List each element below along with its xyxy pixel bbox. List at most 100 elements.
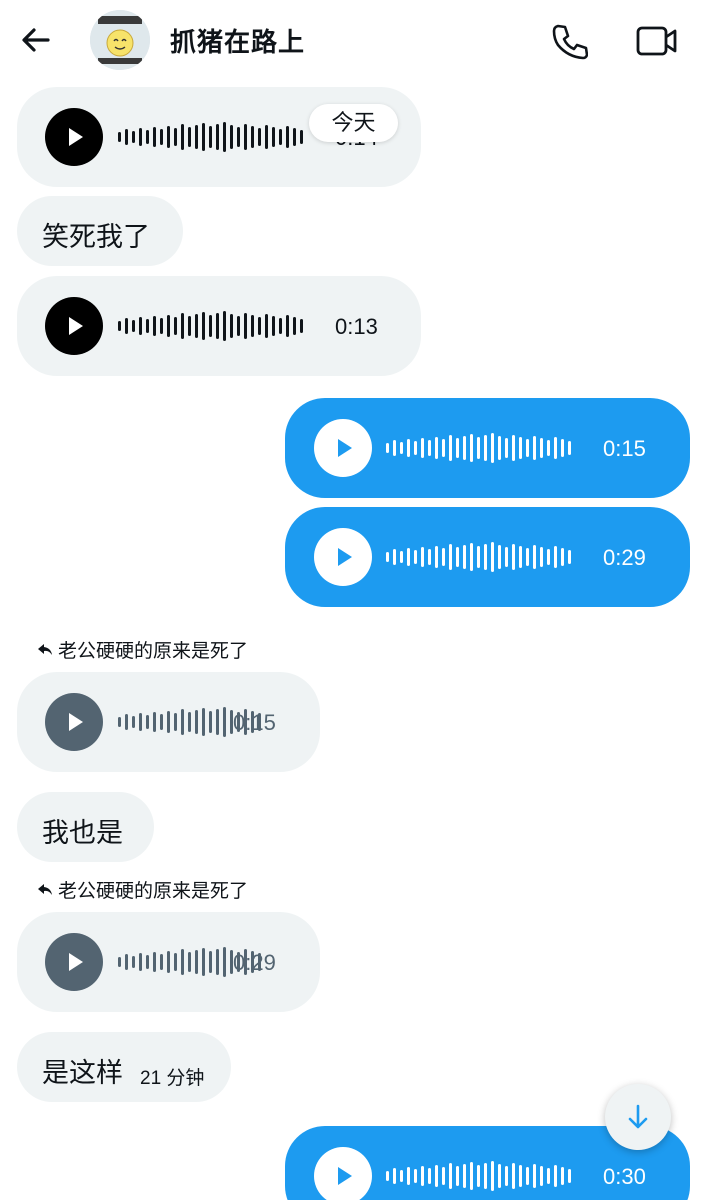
waveform-bar bbox=[498, 1164, 501, 1188]
voice-waveform bbox=[118, 309, 303, 343]
voice-message[interactable]: 0:13 bbox=[17, 276, 421, 376]
waveform-bar bbox=[414, 441, 417, 455]
reply-context[interactable]: 老公硬硬的原来是死了 bbox=[38, 636, 248, 663]
waveform-bar bbox=[174, 713, 177, 731]
waveform-bar bbox=[477, 546, 480, 568]
waveform-bar bbox=[463, 1164, 466, 1188]
waveform-bar bbox=[167, 951, 170, 973]
waveform-bar bbox=[449, 544, 452, 570]
waveform-bar bbox=[386, 1171, 389, 1181]
waveform-bar bbox=[216, 949, 219, 975]
waveform-bar bbox=[195, 125, 198, 149]
waveform-bar bbox=[540, 547, 543, 567]
waveform-bar bbox=[526, 548, 529, 566]
phone-icon[interactable] bbox=[550, 22, 589, 60]
waveform-bar bbox=[477, 437, 480, 459]
waveform-bar bbox=[272, 127, 275, 147]
waveform-bar bbox=[209, 951, 212, 973]
play-button[interactable] bbox=[45, 693, 103, 751]
voice-message[interactable]: 0:29 bbox=[285, 507, 690, 607]
waveform-bar bbox=[414, 1169, 417, 1183]
waveform-bar bbox=[188, 712, 191, 732]
waveform-bar bbox=[188, 127, 191, 147]
waveform-bar bbox=[223, 707, 226, 737]
text-message[interactable]: 笑死我了 bbox=[17, 196, 183, 266]
waveform-bar bbox=[491, 433, 494, 463]
waveform-bar bbox=[561, 548, 564, 566]
waveform-bar bbox=[202, 948, 205, 976]
voice-message[interactable]: 0:15 bbox=[17, 672, 320, 772]
voice-duration: 0:15 bbox=[233, 710, 276, 735]
text-message[interactable]: 我也是 bbox=[17, 792, 154, 862]
reply-quote: 老公硬硬的原来是死了 bbox=[58, 641, 249, 662]
waveform-bar bbox=[139, 128, 142, 146]
voice-message[interactable]: 0:15 bbox=[285, 398, 690, 498]
waveform-bar bbox=[519, 437, 522, 459]
waveform-bar bbox=[272, 316, 275, 336]
waveform-bar bbox=[554, 1165, 557, 1187]
page-title[interactable]: 抓猪在路上 bbox=[170, 22, 305, 59]
text-message[interactable]: 是这样 21 分钟 bbox=[17, 1032, 231, 1102]
waveform-bar bbox=[484, 435, 487, 461]
waveform-bar bbox=[181, 949, 184, 975]
waveform-bar bbox=[512, 544, 515, 570]
waveform-bar bbox=[181, 313, 184, 339]
waveform-bar bbox=[421, 438, 424, 458]
waveform-bar bbox=[568, 550, 571, 564]
reply-context[interactable]: 老公硬硬的原来是死了 bbox=[38, 876, 248, 903]
waveform-bar bbox=[160, 129, 163, 145]
play-button[interactable] bbox=[45, 108, 103, 166]
waveform-bar bbox=[491, 542, 494, 572]
arrow-left-icon[interactable] bbox=[18, 22, 54, 58]
avatar[interactable] bbox=[90, 10, 150, 70]
waveform-bar bbox=[118, 957, 121, 967]
video-camera-icon[interactable] bbox=[636, 22, 678, 60]
waveform-bar bbox=[258, 317, 261, 335]
waveform-bar bbox=[561, 1167, 564, 1185]
waveform-bar bbox=[293, 128, 296, 146]
waveform-bar bbox=[435, 437, 438, 459]
waveform-bar bbox=[512, 1163, 515, 1189]
voice-message[interactable]: 0:29 bbox=[17, 912, 320, 1012]
waveform-bar bbox=[456, 547, 459, 567]
play-button[interactable] bbox=[45, 297, 103, 355]
waveform-bar bbox=[230, 125, 233, 149]
waveform-bar bbox=[484, 544, 487, 570]
waveform-bar bbox=[477, 1165, 480, 1187]
play-button[interactable] bbox=[45, 933, 103, 991]
waveform-bar bbox=[505, 438, 508, 458]
waveform-bar bbox=[463, 545, 466, 569]
waveform-bar bbox=[167, 126, 170, 148]
waveform-bar bbox=[202, 123, 205, 151]
play-button[interactable] bbox=[314, 1147, 372, 1200]
waveform-bar bbox=[428, 1168, 431, 1184]
waveform-bar bbox=[491, 1161, 494, 1191]
waveform-bar bbox=[209, 315, 212, 337]
waveform-bar bbox=[251, 126, 254, 148]
play-button[interactable] bbox=[314, 528, 372, 586]
waveform-bar bbox=[174, 128, 177, 146]
waveform-bar bbox=[554, 546, 557, 568]
waveform-bar bbox=[125, 318, 128, 334]
waveform-bar bbox=[300, 319, 303, 333]
waveform-bar bbox=[195, 314, 198, 338]
waveform-bar bbox=[470, 434, 473, 462]
scroll-to-bottom-button[interactable] bbox=[605, 1084, 671, 1150]
waveform-bar bbox=[174, 317, 177, 335]
waveform-bar bbox=[167, 315, 170, 337]
voice-duration: 0:13 bbox=[335, 314, 378, 339]
waveform-bar bbox=[526, 439, 529, 457]
waveform-bar bbox=[407, 439, 410, 457]
waveform-bar bbox=[237, 127, 240, 147]
play-button[interactable] bbox=[314, 419, 372, 477]
waveform-bar bbox=[251, 315, 254, 337]
waveform-bar bbox=[470, 1162, 473, 1190]
waveform-bar bbox=[400, 442, 403, 454]
waveform-bar bbox=[209, 126, 212, 148]
waveform-bar bbox=[118, 132, 121, 142]
waveform-bar bbox=[393, 1168, 396, 1184]
waveform-bar bbox=[400, 1170, 403, 1182]
waveform-bar bbox=[279, 318, 282, 334]
waveform-bar bbox=[146, 955, 149, 969]
waveform-bar bbox=[216, 313, 219, 339]
